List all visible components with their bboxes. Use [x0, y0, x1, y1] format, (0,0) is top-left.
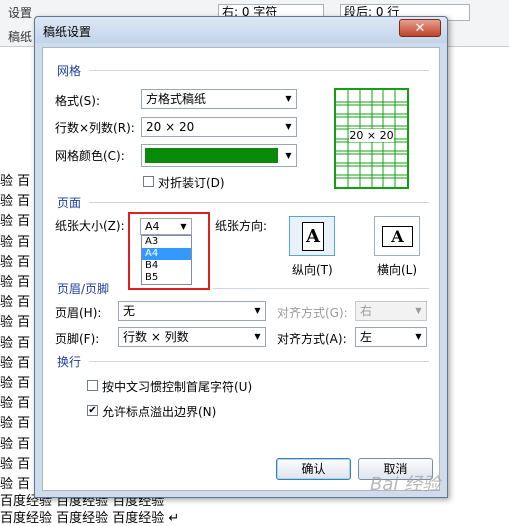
- footer-select[interactable]: 行数 × 列数 ▼: [118, 327, 266, 347]
- footer-select-value: 行数 × 列数: [123, 330, 189, 344]
- chevron-down-icon: ▼: [285, 94, 292, 103]
- section-divider: [213, 288, 429, 289]
- paper-size-select[interactable]: A4 ▼: [140, 218, 192, 235]
- paper-size-option[interactable]: B4: [142, 260, 191, 272]
- doc-line: 验 百: [0, 295, 31, 311]
- chevron-down-icon: ▼: [415, 306, 422, 315]
- header-align-select[interactable]: 右 ▼: [355, 301, 427, 321]
- paper-setup-dialog: 稿纸设置 ✕ 网格 格式(S): 方格式稿纸 ▼ 行数×列数(R): 20 × …: [34, 16, 448, 498]
- fold-binding-label: 对折装订(D): [158, 176, 225, 190]
- grid-color-label: 网格颜色(C):: [55, 149, 125, 163]
- section-title-header-footer: 页眉/页脚: [57, 282, 110, 296]
- landscape-label: 横向(L): [377, 263, 418, 277]
- doc-line: 验 百: [0, 194, 31, 210]
- section-divider: [89, 202, 429, 203]
- rows-cols-select[interactable]: 20 × 20 ▼: [141, 117, 297, 137]
- doc-line: 验 百: [0, 335, 31, 351]
- chevron-down-icon: ▼: [254, 306, 261, 315]
- grid-color-swatch: [145, 148, 278, 163]
- landscape-page-icon: A: [382, 226, 413, 247]
- section-divider: [89, 361, 429, 362]
- footer-align-select[interactable]: 左 ▼: [355, 327, 427, 347]
- format-select[interactable]: 方格式稿纸 ▼: [141, 89, 297, 109]
- section-title-page: 页面: [57, 196, 82, 210]
- orientation-label: 纸张方向:: [215, 219, 268, 233]
- ribbon-label-paper: 稿纸: [8, 30, 33, 44]
- doc-line: 验 百: [0, 275, 31, 290]
- doc-line: 验 百: [0, 315, 31, 331]
- dialog-panel: 网格 格式(S): 方格式稿纸 ▼ 行数×列数(R): 20 × 20 ▼ 网格…: [42, 47, 440, 491]
- close-button[interactable]: ✕: [399, 19, 441, 37]
- doc-line: 验 百: [0, 214, 31, 230]
- doc-line: 验 百: [0, 174, 31, 189]
- portrait-button[interactable]: A: [289, 216, 335, 256]
- chevron-down-icon: ▼: [285, 122, 292, 131]
- section-title-wrap: 换行: [57, 355, 82, 369]
- punctuation-overflow-label: 允许标点溢出边界(N): [102, 405, 217, 419]
- header-select[interactable]: 无 ▼: [118, 301, 266, 321]
- header-align-select-value: 右: [360, 304, 373, 318]
- grid-color-select[interactable]: ▼: [141, 144, 297, 167]
- portrait-label: 纵向(T): [292, 263, 333, 277]
- format-select-value: 方格式稿纸: [146, 92, 207, 106]
- doc-line: 验 百: [0, 355, 31, 371]
- doc-line: 验 百: [0, 254, 31, 270]
- landscape-button[interactable]: A: [374, 216, 420, 256]
- doc-line-bottom-2: 百度经验 百度经验 百度经验 ↵: [0, 511, 180, 526]
- paper-size-select-value: A4: [145, 220, 160, 233]
- doc-line: 验 百: [0, 456, 31, 472]
- portrait-page-icon: A: [302, 222, 324, 251]
- cjk-line-break-checkbox[interactable]: [87, 380, 98, 391]
- paper-size-dropdown: A3 A4 B4 B5: [141, 235, 192, 285]
- chevron-down-icon: ▼: [254, 332, 261, 341]
- header-select-value: 无: [123, 304, 136, 318]
- fold-binding-checkbox[interactable]: [143, 176, 154, 187]
- grid-preview-label: 20 × 20: [349, 129, 394, 142]
- ribbon-label-setup: 设置: [8, 6, 33, 20]
- chevron-down-icon: ▼: [415, 332, 422, 341]
- cjk-line-break-label: 按中文习惯控制首尾字符(U): [102, 380, 253, 394]
- dialog-title: 稿纸设置: [43, 25, 92, 39]
- footer-label: 页脚(F):: [55, 332, 100, 346]
- section-title-grid: 网格: [57, 64, 82, 78]
- chevron-down-icon: ▼: [285, 151, 292, 160]
- doc-line: 验 百: [0, 436, 31, 452]
- dialog-titlebar[interactable]: 稿纸设置 ✕: [35, 17, 447, 43]
- watermark: Bai 经验: [370, 474, 441, 495]
- paper-size-label: 纸张大小(Z):: [55, 219, 125, 233]
- doc-line: 验 百: [0, 234, 31, 250]
- header-label: 页眉(H):: [55, 306, 102, 320]
- doc-line: 验 百: [0, 416, 31, 432]
- rows-cols-label: 行数×列数(R):: [55, 121, 135, 135]
- doc-line: 验 百: [0, 396, 31, 412]
- punctuation-overflow-checkbox[interactable]: ✔: [87, 405, 98, 416]
- section-divider: [89, 70, 429, 71]
- doc-line: 验 百: [0, 376, 31, 391]
- header-align-label: 对齐方式(G):: [277, 306, 348, 320]
- footer-align-label: 对齐方式(A):: [277, 332, 347, 346]
- rows-cols-select-value: 20 × 20: [146, 120, 195, 134]
- paper-size-option[interactable]: A3: [142, 236, 191, 248]
- grid-preview: 20 × 20: [334, 88, 409, 189]
- paper-size-option[interactable]: A4: [142, 248, 191, 260]
- paper-size-option[interactable]: B5: [142, 272, 191, 284]
- chevron-down-icon: ▼: [180, 222, 187, 231]
- footer-align-select-value: 左: [360, 330, 373, 344]
- ok-button[interactable]: 确认: [276, 458, 351, 480]
- format-label: 格式(S):: [55, 94, 101, 108]
